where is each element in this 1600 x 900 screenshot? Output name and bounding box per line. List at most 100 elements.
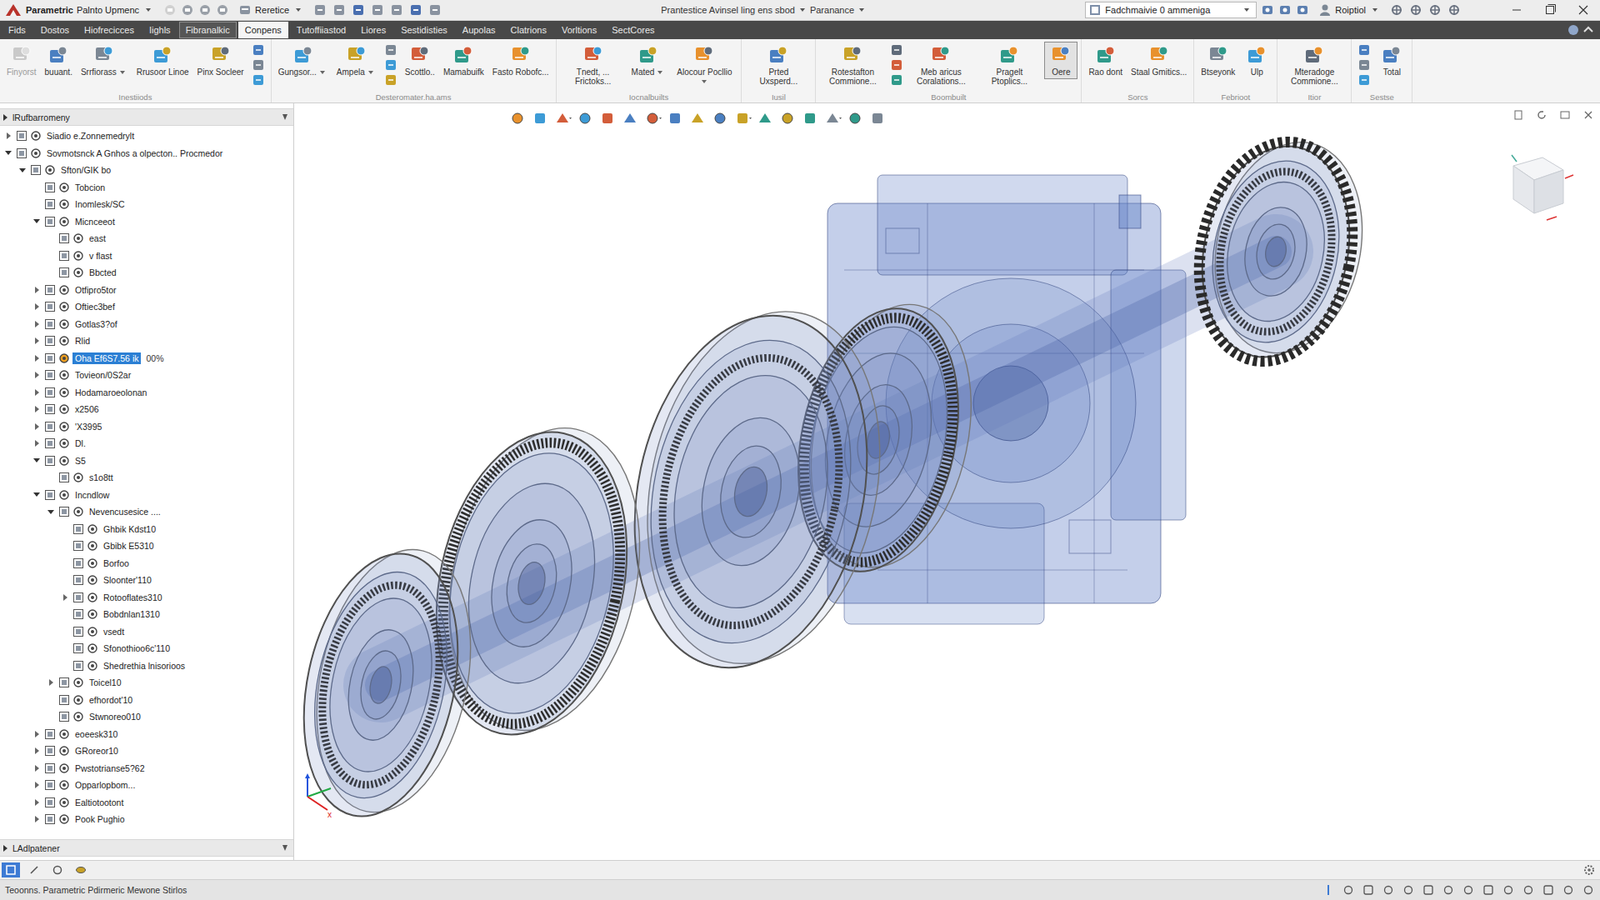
ribbon-button[interactable]: Pragelt Ptoplics... <box>975 41 1043 89</box>
visibility-icon[interactable] <box>44 198 56 210</box>
small-tool-icon[interactable] <box>1357 58 1371 72</box>
ribbon-button[interactable]: Btseyonk <box>1197 41 1239 80</box>
expand-toggle[interactable] <box>31 455 42 466</box>
tree-item[interactable]: Ghbik Kdst10 <box>0 520 294 539</box>
status-icon[interactable] <box>1501 883 1515 897</box>
visibility-icon[interactable] <box>15 147 28 160</box>
tree-item[interactable]: Bobdnlan1310 <box>0 605 294 624</box>
ribbon-tab[interactable]: SectCores <box>605 21 661 39</box>
tree-item[interactable]: Gotlas3?of <box>0 315 294 334</box>
expand-arrow-icon[interactable] <box>35 730 40 738</box>
expand-arrow-icon[interactable] <box>35 765 40 772</box>
tree-item[interactable]: Borfoo <box>0 555 294 573</box>
small-tool-icon[interactable] <box>890 58 904 72</box>
expand-arrow-icon[interactable] <box>35 286 40 294</box>
toolbar-icon[interactable] <box>1278 3 1292 17</box>
tree-item[interactable]: Sfton/GIK bo <box>0 161 294 180</box>
ribbon-tab[interactable]: Clatrions <box>504 21 554 39</box>
ribbon-button[interactable]: Finyorst <box>3 41 40 80</box>
visibility-icon[interactable] <box>44 779 56 791</box>
expand-toggle[interactable] <box>31 438 42 449</box>
ribbon-tab[interactable]: Dostos <box>34 21 76 39</box>
tree-item[interactable]: Tobcion <box>0 179 294 197</box>
quick-access-icon[interactable] <box>180 3 195 17</box>
restore-icon[interactable] <box>1558 108 1572 122</box>
tree-item[interactable]: east <box>0 230 294 248</box>
help-icon[interactable] <box>1566 23 1580 37</box>
ribbon-button[interactable]: Ampela <box>333 41 380 80</box>
visibility-icon[interactable] <box>44 796 56 809</box>
view-tool-icon[interactable] <box>779 110 798 127</box>
visibility-icon[interactable] <box>72 608 85 620</box>
expand-arrow-icon[interactable] <box>19 168 26 173</box>
visibility-icon[interactable] <box>44 403 56 415</box>
quick-access-dropdown[interactable]: Reretice <box>238 3 305 17</box>
visibility-icon[interactable] <box>44 489 56 501</box>
visibility-icon[interactable] <box>44 813 56 825</box>
expand-toggle[interactable] <box>31 319 42 330</box>
small-tool-icon[interactable] <box>384 73 398 87</box>
expand-arrow-icon[interactable] <box>33 458 40 463</box>
tree-item[interactable]: Stwnoreo010 <box>0 708 294 726</box>
small-tool-icon[interactable] <box>890 73 904 87</box>
tree-item[interactable]: eoeesk310 <box>0 725 294 744</box>
view-tool-icon[interactable] <box>576 110 595 127</box>
view-cube-icon[interactable] <box>1496 145 1577 225</box>
expand-toggle[interactable] <box>17 165 28 175</box>
tree-item[interactable]: Inomlesk/SC <box>0 195 294 214</box>
expand-toggle[interactable] <box>31 301 42 312</box>
close-icon[interactable] <box>1581 108 1595 122</box>
expand-toggle[interactable] <box>31 745 42 756</box>
tree-item[interactable]: Gbibk E5310 <box>0 537 294 555</box>
status-icon[interactable] <box>1441 883 1455 897</box>
quick-access-icon[interactable] <box>215 3 230 17</box>
tree-item[interactable]: Incndlow <box>0 486 294 505</box>
status-icon[interactable] <box>1481 883 1495 897</box>
assembly-drawing[interactable] <box>294 103 1600 860</box>
ribbon-button[interactable]: Rrusoor Linoe <box>133 41 193 80</box>
expand-toggle[interactable] <box>31 729 42 740</box>
expand-toggle[interactable] <box>31 814 42 825</box>
ribbon-button[interactable]: Staal Gmitics... <box>1127 41 1190 80</box>
small-tool-icon[interactable] <box>384 43 398 57</box>
visibility-icon[interactable] <box>58 676 70 689</box>
panel-icon[interactable] <box>1511 108 1525 122</box>
expand-toggle[interactable] <box>31 285 42 295</box>
app-menu-button[interactable]: ParametricPalnto Upmenc <box>25 5 155 15</box>
expand-arrow-icon[interactable] <box>5 150 12 155</box>
status-icon[interactable] <box>1401 883 1415 897</box>
gear-disc[interactable] <box>294 532 494 833</box>
ribbon-button[interactable]: Scottlo.. <box>401 41 439 80</box>
status-icon[interactable] <box>1521 883 1535 897</box>
view-tool-icon[interactable] <box>846 110 865 127</box>
ribbon-button[interactable]: Ulp <box>1240 41 1274 80</box>
tree-item[interactable]: GRoreor10 <box>0 742 294 760</box>
expand-arrow-icon[interactable] <box>35 440 40 447</box>
ribbon-button[interactable]: Mated <box>628 41 670 80</box>
pin-icon[interactable] <box>280 843 290 854</box>
visibility-icon[interactable] <box>44 728 56 740</box>
expand-arrow-icon[interactable] <box>35 815 40 823</box>
bottom-tab[interactable] <box>71 862 90 878</box>
tree-item[interactable]: Shedrethia lnisorioos <box>0 657 294 675</box>
expand-toggle[interactable] <box>45 506 56 517</box>
visibility-icon[interactable] <box>58 266 70 279</box>
toolbar-icon[interactable] <box>1447 3 1463 17</box>
ribbon-button[interactable]: Total <box>1375 41 1409 80</box>
status-icon[interactable] <box>1581 883 1595 897</box>
collapse-ribbon-icon[interactable] <box>1581 23 1595 37</box>
ribbon-button[interactable]: buuant. <box>41 41 76 80</box>
ribbon-button[interactable]: Pinx Socleer <box>194 41 248 80</box>
status-icon[interactable] <box>1361 883 1375 897</box>
pin-icon[interactable] <box>280 112 290 123</box>
expand-toggle[interactable] <box>31 370 42 380</box>
bottom-tab[interactable] <box>48 862 67 878</box>
small-tool-icon[interactable] <box>251 73 265 87</box>
tree-item[interactable]: efhordot'10 <box>0 691 294 710</box>
tree-item[interactable]: Opparlopbom... <box>0 776 294 795</box>
minimize-icon[interactable] <box>1500 0 1534 20</box>
ribbon-tab[interactable]: Fibranalkic <box>179 21 237 39</box>
expand-arrow-icon[interactable] <box>35 355 40 362</box>
view-tool-icon[interactable] <box>599 110 618 127</box>
visibility-icon[interactable] <box>44 455 56 467</box>
